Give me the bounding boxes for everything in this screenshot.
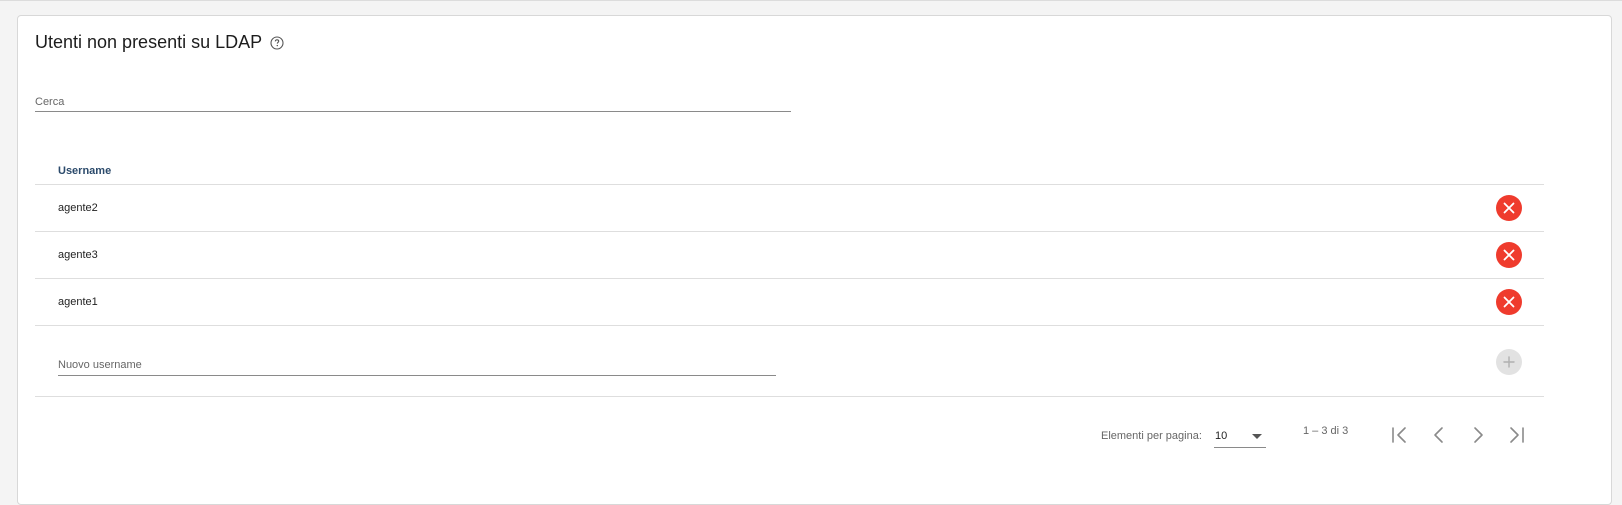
first-page-icon (1392, 427, 1406, 443)
first-page-button[interactable] (1388, 424, 1412, 446)
delete-user-button[interactable] (1496, 195, 1522, 221)
last-page-icon (1510, 427, 1524, 443)
items-per-page-value: 10 (1215, 430, 1228, 442)
close-icon (1503, 202, 1515, 214)
search-input[interactable] (35, 94, 791, 110)
new-username-field[interactable] (58, 355, 776, 376)
close-icon (1503, 249, 1515, 261)
users-table: Username agente2 agente3 agente1 (35, 163, 1544, 397)
chevron-left-icon (1434, 427, 1443, 443)
previous-page-button[interactable] (1427, 424, 1451, 446)
username-cell: agente1 (58, 296, 98, 308)
chevron-right-icon (1474, 427, 1483, 443)
plus-icon (1503, 356, 1515, 368)
paginator: Elementi per pagina: 10 1 – 3 di 3 (18, 420, 1613, 450)
page-range-label: 1 – 3 di 3 (1303, 425, 1349, 437)
table-row: agente3 (35, 232, 1544, 279)
username-cell: agente3 (58, 249, 98, 261)
new-user-row (35, 326, 1544, 397)
close-icon (1503, 296, 1515, 308)
new-username-input[interactable] (58, 356, 776, 374)
table-row: agente1 (35, 279, 1544, 326)
delete-user-button[interactable] (1496, 242, 1522, 268)
table-row: agente2 (35, 185, 1544, 232)
next-page-button[interactable] (1466, 424, 1490, 446)
items-per-page-label: Elementi per pagina: (1101, 430, 1202, 442)
card-header: Utenti non presenti su LDAP (35, 32, 284, 53)
top-divider (0, 0, 1622, 1)
items-per-page-select[interactable]: 10 (1214, 426, 1266, 448)
username-cell: agente2 (58, 202, 98, 214)
search-field[interactable] (35, 92, 791, 112)
page-title: Utenti non presenti su LDAP (35, 32, 263, 52)
users-card: Utenti non presenti su LDAP Username age… (17, 15, 1612, 505)
column-header-username[interactable]: Username (35, 163, 1544, 185)
last-page-button[interactable] (1504, 424, 1528, 446)
add-user-button[interactable] (1496, 349, 1522, 375)
help-circle-icon[interactable] (270, 35, 284, 50)
dropdown-arrow-icon (1252, 434, 1262, 439)
delete-user-button[interactable] (1496, 289, 1522, 315)
